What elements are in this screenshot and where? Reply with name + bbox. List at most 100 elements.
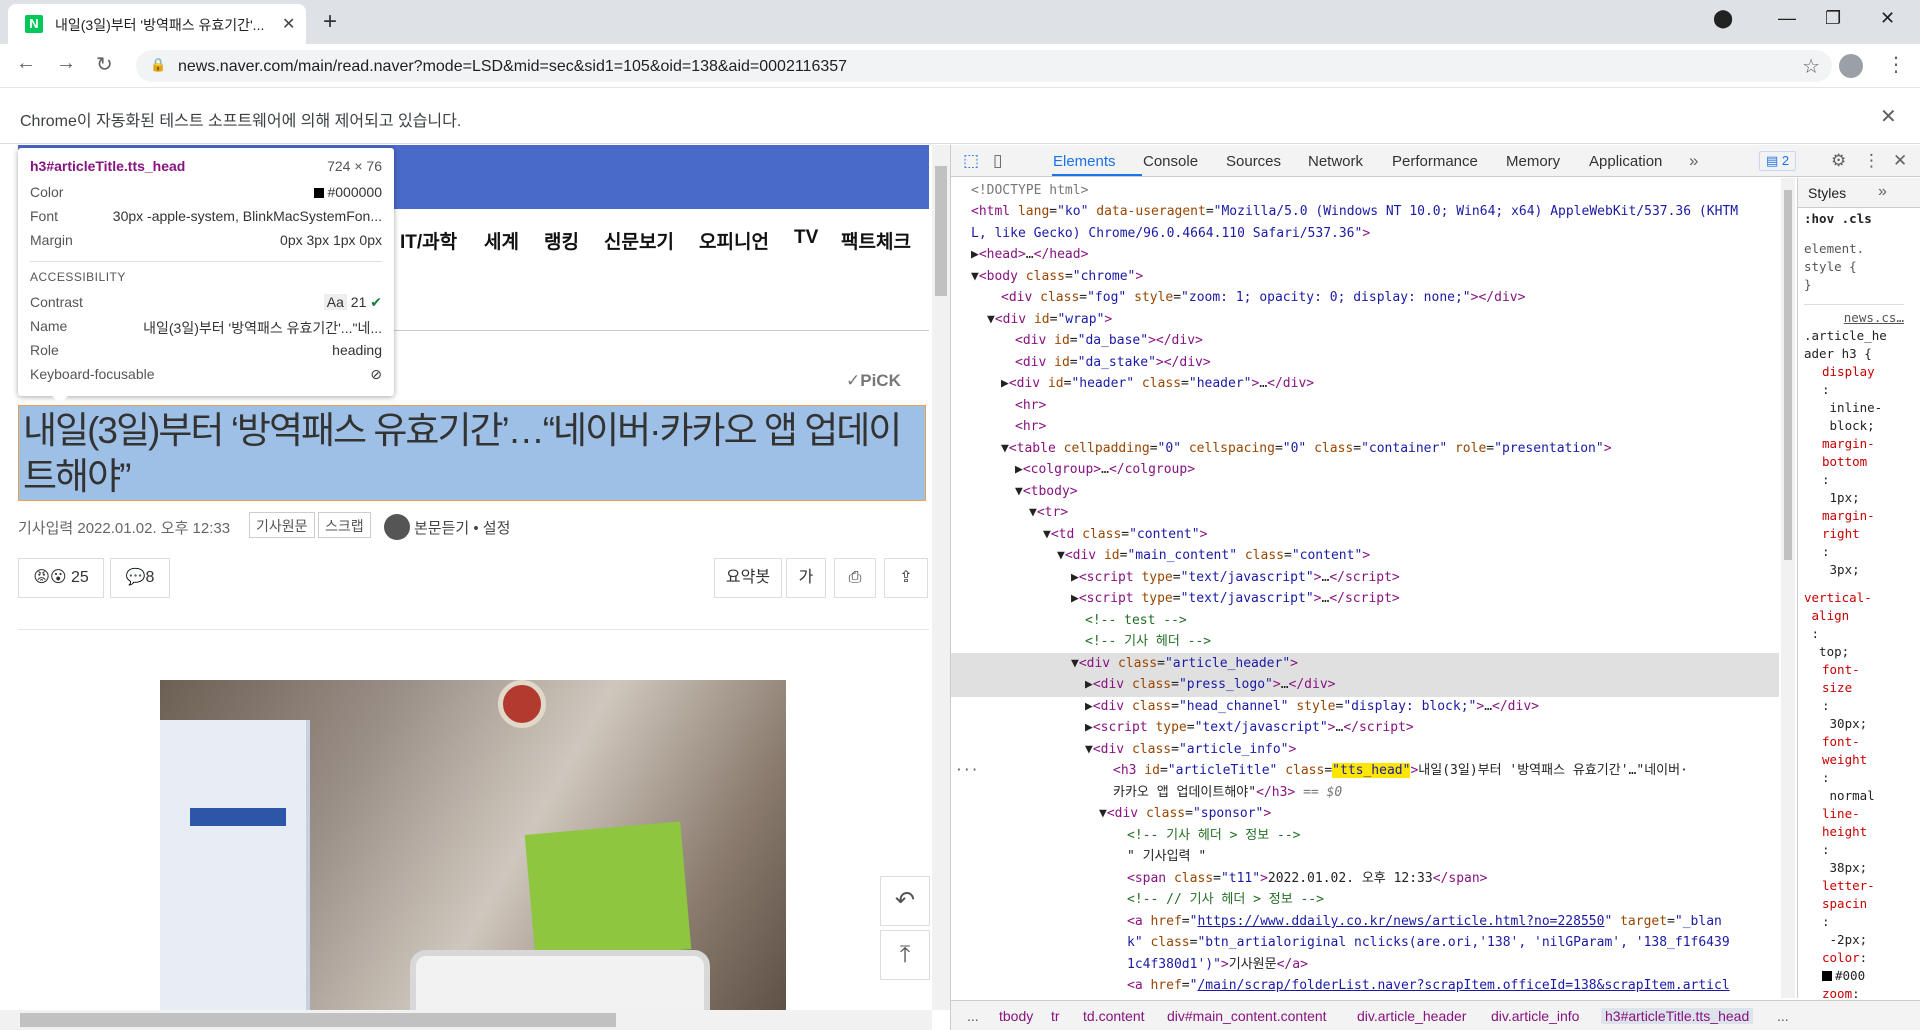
dom-more-icon[interactable]: ··· (955, 760, 978, 782)
print-icon[interactable]: ⎙ (834, 558, 876, 598)
tab-memory[interactable]: Memory (1506, 153, 1560, 170)
nav-item-opinion[interactable]: 오피니언 (699, 227, 769, 254)
dom-line[interactable]: ▶<head>…</head> (971, 244, 1088, 266)
nav-item-tv[interactable]: TV (794, 227, 818, 249)
reload-icon[interactable]: ↻ (96, 52, 113, 77)
scrap-button[interactable]: 스크랩 (318, 512, 371, 538)
dom-line[interactable]: ▶<div id="header" class="header">…</div> (1001, 373, 1314, 395)
reaction-button[interactable]: 😡😮 25 (18, 558, 104, 598)
dom-line[interactable]: ▶<script type="text/javascript">…</scrip… (1071, 567, 1400, 589)
nav-item-factcheck[interactable]: 팩트체크 (841, 227, 911, 254)
dom-line[interactable]: <span class="t11">2022.01.02. 오후 12:33</… (1127, 868, 1488, 890)
dom-line[interactable]: <hr> (1015, 395, 1046, 417)
summary-bot-button[interactable]: 요약봇 (714, 558, 782, 598)
dom-line[interactable]: <hr> (1015, 416, 1046, 438)
profile-dropdown-icon[interactable]: ⬤ (1713, 8, 1733, 29)
share-icon[interactable]: ⇪ (884, 558, 928, 598)
dom-line[interactable]: ▼<div id="wrap"> (987, 309, 1112, 331)
dom-line[interactable]: <div id="da_stake"></div> (1015, 352, 1211, 374)
back-icon[interactable]: ← (16, 52, 36, 75)
infobar-close-icon[interactable]: ✕ (1880, 104, 1897, 129)
dom-line[interactable]: ▼<div class="article_info"> (1085, 739, 1296, 761)
forward-icon[interactable]: → (56, 52, 76, 75)
dom-line[interactable]: <div class="fog" style="zoom: 1; opacity… (1001, 287, 1525, 309)
styles-more-icon[interactable]: » (1878, 183, 1887, 201)
article-header-rule[interactable]: news.cs… .article_he ader h3 { display: i… (1804, 304, 1904, 1003)
profile-avatar-icon[interactable] (1839, 54, 1863, 78)
devtools-close-icon[interactable]: ✕ (1893, 151, 1907, 171)
dom-tree[interactable]: <!DOCTYPE html> <html lang="ko" data-use… (951, 178, 1779, 998)
breadcrumb-td-content[interactable]: td.content (1083, 1008, 1145, 1024)
breadcrumb-article-info[interactable]: div.article_info (1491, 1008, 1579, 1024)
maximize-icon[interactable]: ❐ (1825, 8, 1841, 29)
dom-line[interactable]: k" class="btn_artialoriginal nclicks(are… (1127, 932, 1730, 954)
dom-line[interactable]: ▶<script type="text/javascript">…</scrip… (1071, 588, 1400, 610)
breadcrumb-tr[interactable]: tr (1051, 1008, 1060, 1024)
tts-speaker-icon[interactable] (384, 514, 410, 540)
tab-application[interactable]: Application (1589, 153, 1662, 170)
original-article-button[interactable]: 기사원문 (249, 512, 315, 538)
dom-line[interactable]: ▶<div class="head_channel" style="displa… (1085, 696, 1539, 718)
dom-line[interactable]: ▼<div id="main_content" class="content"> (1057, 545, 1370, 567)
element-style-rule[interactable]: element. style {} (1804, 240, 1904, 294)
hov-toggle[interactable]: :hov (1804, 211, 1834, 226)
tab-performance[interactable]: Performance (1392, 153, 1478, 170)
scroll-top-icon[interactable]: ⤒ (880, 930, 930, 980)
chrome-menu-icon[interactable]: ⋮ (1886, 52, 1906, 77)
minimize-icon[interactable]: — (1778, 8, 1796, 29)
window-close-icon[interactable]: ✕ (1880, 8, 1895, 29)
dom-line[interactable]: <!-- 기사 헤더 --> (1085, 631, 1211, 653)
address-bar[interactable]: 🔒 news.naver.com/main/read.naver?mode=LS… (136, 50, 1832, 82)
new-tab-icon[interactable]: + (323, 8, 337, 36)
inspect-element-icon[interactable]: ⬚ (963, 151, 979, 171)
tab-sources[interactable]: Sources (1226, 153, 1281, 170)
dom-line[interactable]: <!-- // 기사 헤더 > 정보 --> (1127, 889, 1324, 911)
more-tabs-icon[interactable]: » (1689, 151, 1698, 171)
dom-line[interactable]: ▼<tr> (1029, 502, 1068, 524)
cls-toggle[interactable]: .cls (1842, 211, 1872, 226)
dom-line[interactable]: <!-- 기사 헤더 > 정보 --> (1127, 825, 1301, 847)
nav-item-world[interactable]: 세계 (484, 227, 519, 254)
devtools-menu-icon[interactable]: ⋮ (1863, 151, 1880, 171)
dom-line-selected[interactable]: <h3 id="articleTitle" class="tts_head">내… (1113, 760, 1688, 782)
settings-gear-icon[interactable]: ⚙ (1831, 151, 1846, 171)
nav-item-it-science[interactable]: IT/과학 (400, 227, 457, 254)
undo-icon[interactable]: ↶ (880, 876, 930, 926)
styles-rules[interactable]: :hov .cls element. style {} news.cs… .art… (1804, 210, 1904, 1003)
dom-line[interactable]: <div id="da_base"></div> (1015, 330, 1203, 352)
dom-line-selected[interactable]: 카카오 앱 업데이트해야"</h3> == $0 (1113, 782, 1342, 804)
dom-line[interactable]: ▶<div class="press_logo">…</div> (1085, 674, 1335, 696)
dom-tree-scroll-thumb[interactable] (1784, 190, 1792, 560)
comment-button[interactable]: 💬8 (110, 558, 170, 598)
dom-line[interactable]: <!-- test --> (1085, 610, 1187, 632)
page-scroll-thumb[interactable] (935, 166, 947, 296)
dom-line[interactable]: ▼<tbody> (1015, 481, 1078, 503)
device-toolbar-icon[interactable]: ▯ (993, 151, 1002, 171)
breadcrumb-more-end[interactable]: ... (1777, 1008, 1789, 1024)
issues-badge[interactable]: ▤ 2 (1759, 151, 1797, 171)
breadcrumb-main-content[interactable]: div#main_content.content (1167, 1008, 1327, 1024)
dom-line[interactable]: ▶<script type="text/javascript">…</scrip… (1085, 717, 1414, 739)
dom-line[interactable]: <a href="https://www.ddaily.co.kr/news/a… (1127, 911, 1722, 933)
browser-tab[interactable]: N 내일(3일)부터 '방역패스 유효기간'... ✕ (8, 4, 306, 44)
breadcrumb-article-title[interactable]: h3#articleTitle.tts_head (1601, 1008, 1754, 1024)
tab-elements[interactable]: Elements (1053, 153, 1116, 170)
page-hscroll-thumb[interactable] (20, 1013, 616, 1027)
bookmark-star-icon[interactable]: ☆ (1802, 54, 1820, 79)
dom-line[interactable]: ▼<div class="article_header"> (1071, 653, 1298, 675)
breadcrumb-tbody[interactable]: tbody (999, 1008, 1033, 1024)
nav-item-ranking[interactable]: 랭킹 (544, 227, 579, 254)
tab-console[interactable]: Console (1143, 153, 1198, 170)
dom-line[interactable]: ▼<table cellpadding="0" cellspacing="0" … (1001, 438, 1612, 460)
dom-line[interactable]: <a href="/main/scrap/folderList.naver?sc… (1127, 975, 1730, 997)
font-size-button[interactable]: 가 (786, 558, 826, 598)
tab-network[interactable]: Network (1308, 153, 1363, 170)
dom-line[interactable]: ▼<body class="chrome"> (971, 266, 1143, 288)
tab-styles[interactable]: Styles (1808, 185, 1846, 201)
dom-line[interactable]: 1c4f380d1')">기사원문</a> (1127, 954, 1308, 976)
tab-close-icon[interactable]: ✕ (282, 14, 295, 34)
breadcrumb-more[interactable]: ... (967, 1008, 979, 1024)
tts-label[interactable]: 본문듣기 • 설정 (414, 517, 510, 538)
nav-item-newspaper[interactable]: 신문보기 (604, 227, 674, 254)
breadcrumb-article-header[interactable]: div.article_header (1357, 1008, 1466, 1024)
